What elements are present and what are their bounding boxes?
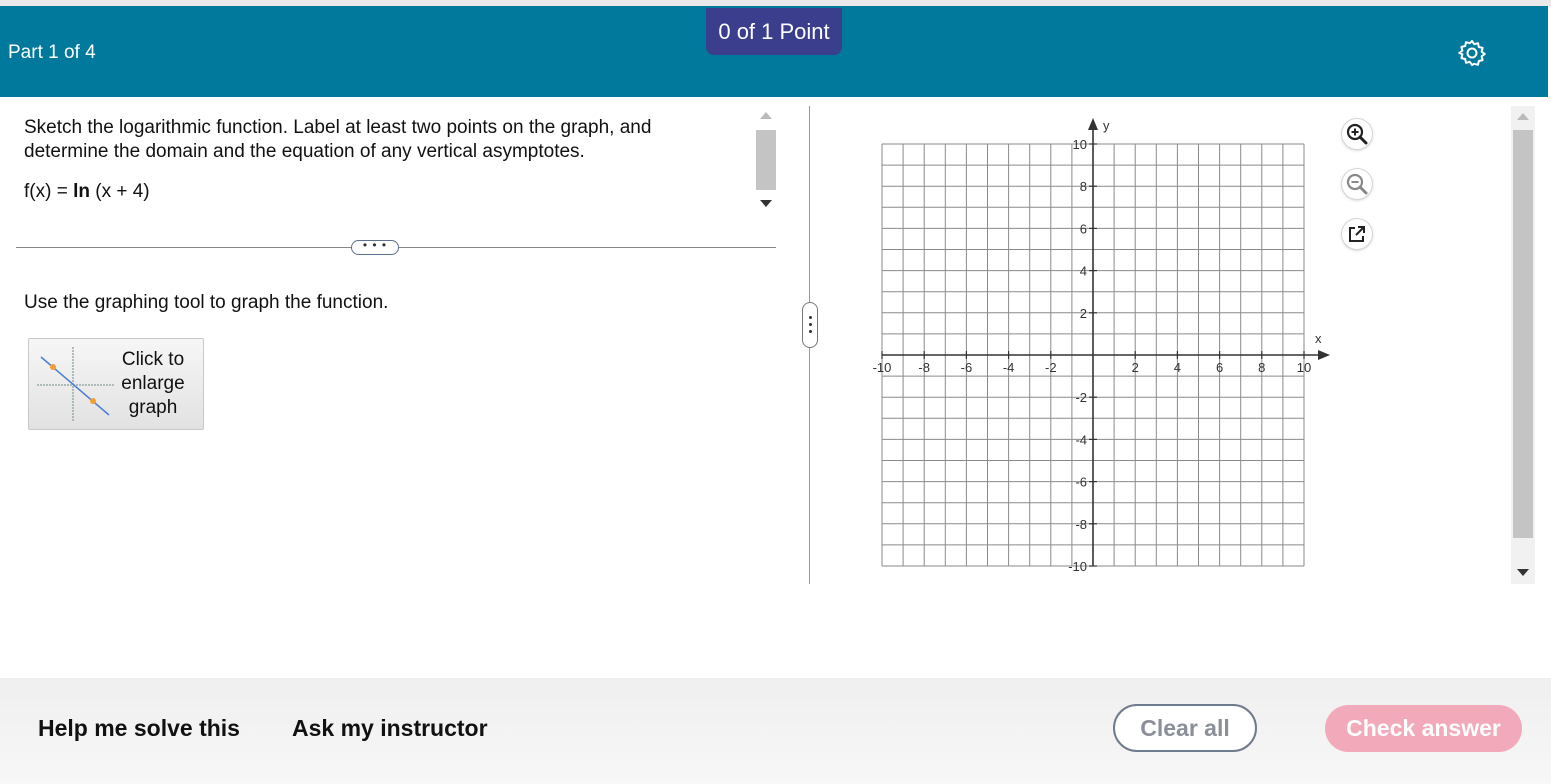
footer-bar: Help me solve this Ask my instructor Cle…	[0, 678, 1551, 784]
question-prompt: Sketch the logarithmic function. Label a…	[24, 117, 652, 162]
external-link-icon[interactable]	[1342, 219, 1372, 249]
graph-panel-scrollbar[interactable]	[1511, 106, 1535, 584]
points-badge: 0 of 1 Point	[706, 8, 842, 55]
scroll-down-arrow-icon[interactable]	[760, 200, 772, 207]
y-tick-label: -6	[1075, 475, 1087, 490]
panel-resize-handle[interactable]	[802, 302, 818, 348]
y-tick-label: 10	[1073, 137, 1087, 152]
scroll-thumb[interactable]	[1513, 130, 1533, 538]
scroll-down-arrow-icon[interactable]	[1517, 569, 1529, 576]
x-axis-label: x	[1315, 331, 1322, 346]
y-tick-label: 6	[1080, 221, 1087, 236]
x-tick-label: -4	[1003, 360, 1015, 375]
y-tick-label: -8	[1075, 517, 1087, 532]
graph-thumbnail-icon	[37, 347, 115, 421]
question-scrollbar[interactable]	[755, 106, 777, 214]
formula-arg: (x + 4)	[89, 181, 150, 202]
clear-all-button[interactable]: Clear all	[1113, 704, 1257, 752]
y-tick-label: 8	[1080, 179, 1087, 194]
scroll-thumb[interactable]	[756, 130, 776, 190]
x-tick-label: 6	[1216, 360, 1223, 375]
x-tick-label: -8	[918, 360, 930, 375]
ask-instructor-link[interactable]: Ask my instructor	[292, 715, 488, 742]
x-tick-label: -10	[873, 360, 892, 375]
help-me-solve-link[interactable]: Help me solve this	[38, 715, 240, 742]
y-tick-label: -10	[1068, 559, 1087, 574]
gear-icon[interactable]	[1457, 38, 1487, 68]
y-axis-arrow-icon	[1088, 118, 1098, 130]
x-tick-label: -2	[1045, 360, 1057, 375]
y-tick-label: 2	[1080, 306, 1087, 321]
x-tick-label: -6	[961, 360, 973, 375]
formula-prefix: f(x) =	[24, 181, 74, 202]
instruction-text: Use the graphing tool to graph the funct…	[24, 292, 389, 313]
x-tick-label: 10	[1297, 360, 1311, 375]
x-tick-label: 4	[1174, 360, 1181, 375]
x-tick-label: 2	[1132, 360, 1139, 375]
part-label: Part 1 of 4	[8, 42, 96, 63]
x-tick-label: 8	[1258, 360, 1265, 375]
y-tick-label: -2	[1075, 390, 1087, 405]
scroll-up-arrow-icon[interactable]	[760, 112, 772, 119]
y-axis-label: y	[1103, 118, 1110, 133]
expand-button[interactable]: • • •	[351, 239, 399, 255]
y-tick-label: -4	[1075, 432, 1087, 447]
zoom-in-icon[interactable]	[1342, 119, 1372, 149]
graph-canvas[interactable]: -10 -8 -6 -4 -2 2 4 6 8 10 10 8 6 4 2 -2 -4 -6 -8 -10 x y	[865, 112, 1335, 582]
enlarge-graph-button[interactable]: Click to enlarge graph	[28, 338, 204, 430]
header-bar: Part 1 of 4 0 of 1 Point	[0, 6, 1548, 97]
enlarge-graph-label: Click to enlarge graph	[121, 349, 185, 418]
zoom-out-icon[interactable]	[1342, 169, 1372, 199]
formula-fn: ln	[73, 181, 90, 202]
x-axis-arrow-icon	[1318, 350, 1330, 360]
function-formula: f(x) = ln (x + 4)	[24, 181, 150, 203]
scroll-up-arrow-icon[interactable]	[1517, 113, 1529, 120]
y-tick-label: 4	[1080, 264, 1087, 279]
check-answer-button[interactable]: Check answer	[1325, 705, 1522, 752]
graph-axes	[882, 118, 1330, 566]
